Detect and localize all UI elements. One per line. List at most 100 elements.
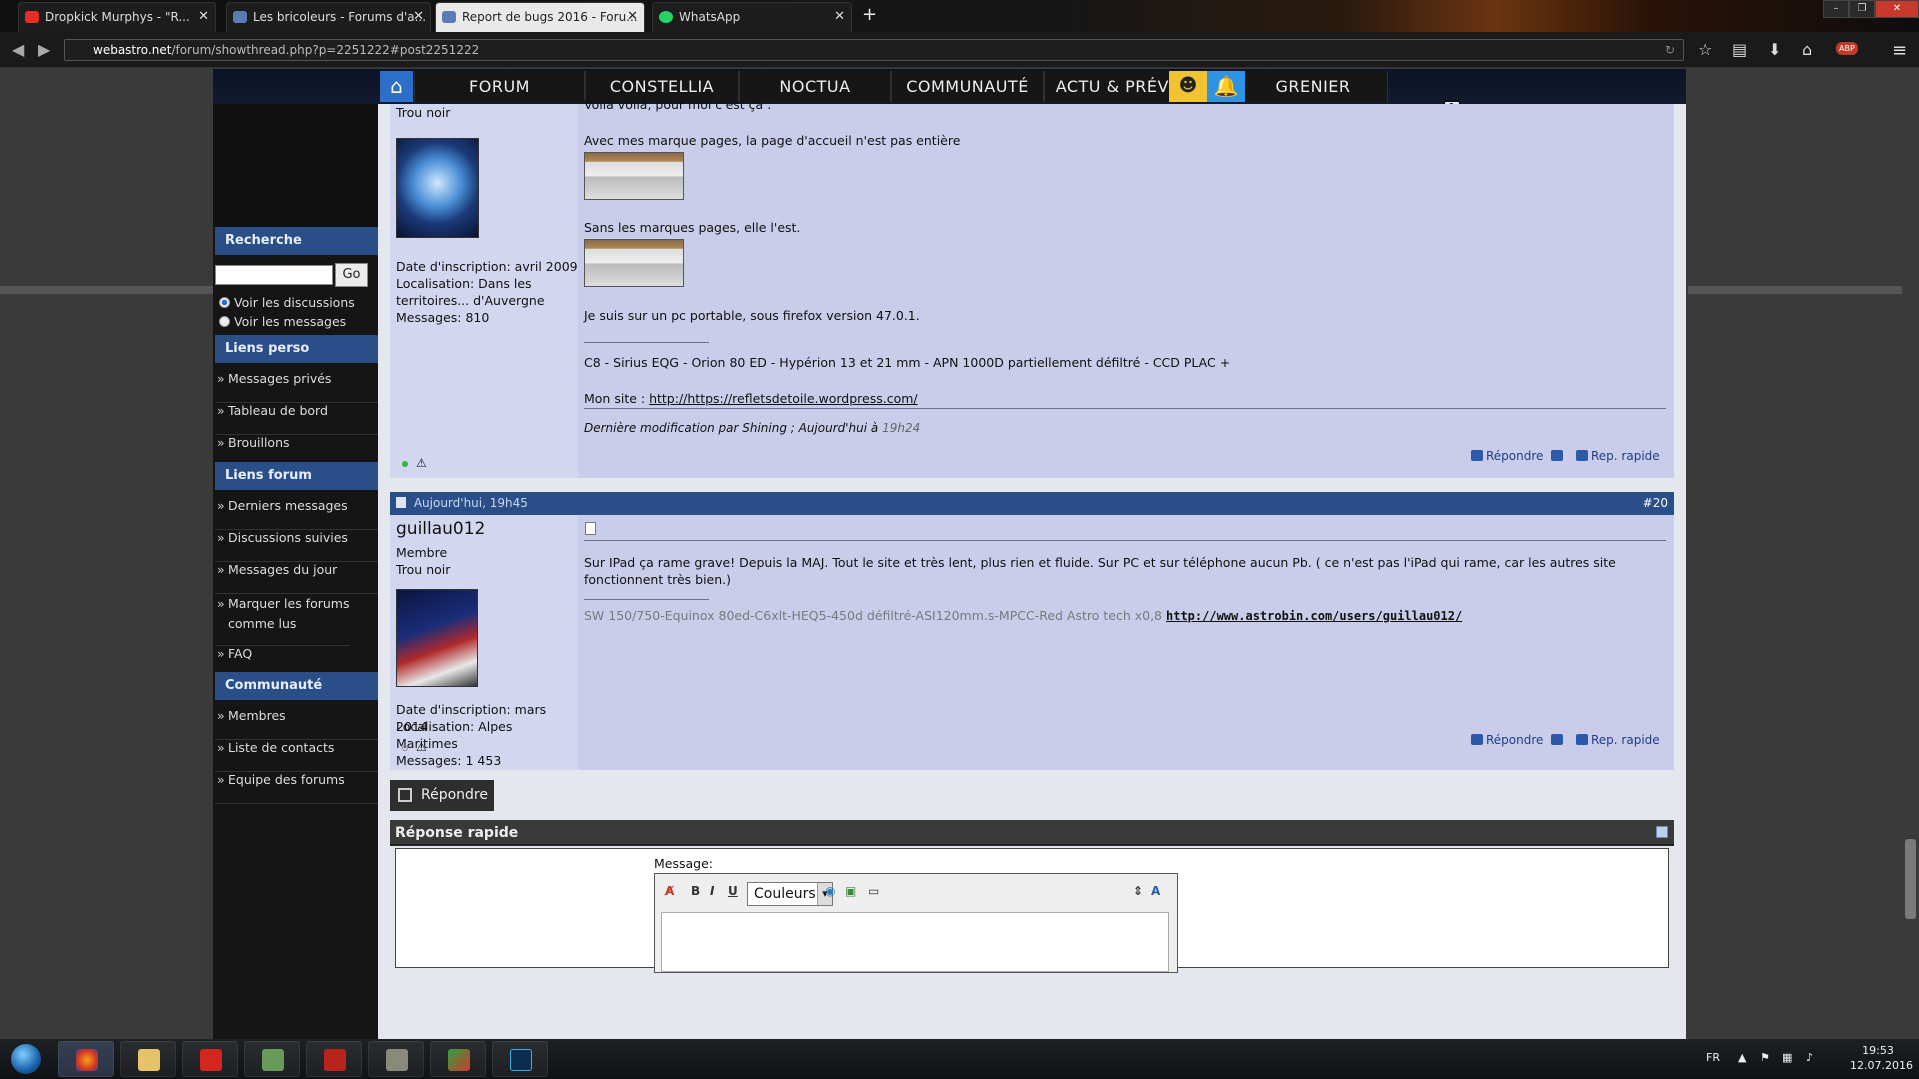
sidebar-item-followed-discussions[interactable]: Discussions suivies xyxy=(215,530,378,562)
home-icon[interactable]: ⌂ xyxy=(380,71,413,102)
collapse-icon[interactable] xyxy=(1656,826,1668,838)
sidebar-item-members[interactable]: Membres xyxy=(215,708,378,740)
author-avatar[interactable] xyxy=(396,138,479,238)
taskbar-app-monitor[interactable] xyxy=(244,1041,300,1077)
nav-communaute[interactable]: COMMUNAUTÉ xyxy=(891,71,1044,102)
reading-list-icon[interactable]: ▤ xyxy=(1732,40,1747,59)
author-website-link[interactable]: http://https://refletsdetoile.wordpress.… xyxy=(649,391,918,406)
nav-grenier[interactable]: GRENIER xyxy=(1238,71,1388,102)
close-tab-icon[interactable]: ✕ xyxy=(834,3,845,31)
tab-youtube[interactable]: Dropkick Murphys - "R... ✕ xyxy=(18,2,216,32)
report-warning-icon[interactable]: ⚠ xyxy=(416,456,427,470)
download-icon[interactable]: ⬇ xyxy=(1768,40,1781,59)
remove-format-icon[interactable]: A̸ xyxy=(665,884,674,898)
action-center-icon[interactable]: ⚑ xyxy=(1760,1051,1770,1064)
sidebar-heading-search: Recherche xyxy=(215,227,378,255)
home-icon[interactable]: ⌂ xyxy=(1802,40,1812,59)
back-icon[interactable]: ◀ xyxy=(12,40,24,59)
toggle-source-icon[interactable]: A xyxy=(1151,884,1160,898)
close-tab-icon[interactable]: ✕ xyxy=(627,3,638,31)
quick-reply-button[interactable]: Rep. rapide xyxy=(1576,733,1660,747)
maximize-icon[interactable]: ❐ xyxy=(1849,0,1875,18)
screenshot-thumbnail[interactable] xyxy=(584,152,684,200)
taskbar-app-printer[interactable] xyxy=(368,1041,424,1077)
screenshot-thumbnail[interactable] xyxy=(584,239,684,287)
tab-bricoleurs[interactable]: Les bricoleurs - Forums d'a... ✕ xyxy=(226,2,431,32)
system-clock[interactable]: 19:53 12.07.2016 xyxy=(1850,1043,1913,1073)
monitor-icon xyxy=(262,1049,284,1071)
image-icon[interactable]: ▣ xyxy=(845,884,856,898)
network-icon[interactable]: ▦ xyxy=(1782,1051,1792,1064)
message-textarea[interactable] xyxy=(661,912,1169,972)
bookmark-star-icon[interactable]: ☆ xyxy=(1698,40,1712,59)
sidebar-go-button[interactable]: Go xyxy=(335,263,368,287)
user-icon[interactable]: ☻ xyxy=(1169,71,1207,102)
author-location: Localisation: Dans les xyxy=(396,276,532,291)
colors-select[interactable]: Couleurs xyxy=(747,882,833,906)
reload-icon[interactable]: ↻ xyxy=(1665,40,1675,60)
reply-button[interactable]: Répondre xyxy=(1471,449,1543,463)
bold-button[interactable]: B xyxy=(691,884,700,898)
minimize-icon[interactable]: – xyxy=(1823,0,1849,18)
tab-whatsapp[interactable]: WhatsApp ✕ xyxy=(652,2,852,32)
taskbar-explorer[interactable] xyxy=(120,1041,176,1077)
scrollbar-thumb[interactable] xyxy=(1905,839,1916,919)
post-author-panel: guillau012 Membre Trou noir Date d'inscr… xyxy=(390,515,578,770)
sidebar-item-forum-team[interactable]: Equipe des forums xyxy=(215,772,378,804)
reply-thread-button[interactable]: Répondre xyxy=(390,780,494,811)
sidebar-heading-forum: Liens forum xyxy=(215,462,378,490)
tray-expand-icon[interactable]: ▲ xyxy=(1738,1051,1746,1064)
underline-button[interactable]: U xyxy=(728,884,738,898)
close-window-icon[interactable]: ✕ xyxy=(1875,0,1919,18)
pdf-icon xyxy=(324,1049,346,1071)
radio-view-messages[interactable]: Voir les messages xyxy=(219,314,346,329)
author-username[interactable]: guillau012 xyxy=(396,521,485,538)
bell-icon[interactable]: 🔔 xyxy=(1207,71,1245,102)
multi-quote-button[interactable] xyxy=(1551,733,1566,747)
taskbar-pdf[interactable] xyxy=(306,1041,362,1077)
author-avatar[interactable] xyxy=(396,589,478,687)
quote-icon[interactable]: ▭ xyxy=(868,884,879,898)
quick-reply-panel: Message: A̸ B I U Couleurs ◉ ▣ ▭ ⇕ A xyxy=(395,848,1669,973)
report-warning-icon[interactable]: ⚠ xyxy=(416,740,427,754)
radio-view-discussions[interactable]: Voir les discussions xyxy=(219,295,355,310)
language-indicator[interactable]: FR xyxy=(1706,1051,1720,1064)
quick-reply-button[interactable]: Rep. rapide xyxy=(1576,449,1660,463)
post-line: Sur IPad ça rame grave! Depuis la MAJ. T… xyxy=(584,555,1616,570)
post-number[interactable]: #20 xyxy=(1643,492,1668,515)
sidebar-item-dashboard[interactable]: Tableau de bord xyxy=(215,403,378,435)
forward-icon[interactable]: ▶ xyxy=(38,40,50,59)
volume-icon[interactable]: ♪ xyxy=(1806,1051,1813,1064)
tab-report-bugs[interactable]: Report de bugs 2016 - Foru... ✕ xyxy=(435,2,645,32)
post-line: Voilà voilà, pour moi c'est ça : xyxy=(584,97,772,112)
sidebar-item-latest-messages[interactable]: Derniers messages xyxy=(215,498,378,530)
right-background-strip xyxy=(1688,286,1902,294)
reply-button[interactable]: Répondre xyxy=(1471,733,1543,747)
sidebar-item-private-messages[interactable]: Messages privés xyxy=(215,371,378,403)
italic-button[interactable]: I xyxy=(710,884,714,898)
new-tab-icon[interactable]: + xyxy=(862,4,877,25)
close-tab-icon[interactable]: ✕ xyxy=(413,3,424,31)
menu-icon[interactable]: ≡ xyxy=(1892,40,1907,61)
printer-icon xyxy=(386,1049,408,1071)
adblock-icon[interactable]: ABP xyxy=(1836,42,1858,55)
edit-note: Dernière modification par Shining ; Aujo… xyxy=(584,421,921,435)
taskbar-app-red[interactable] xyxy=(182,1041,238,1077)
taskbar-firefox[interactable] xyxy=(58,1041,114,1077)
sidebar-item-contacts[interactable]: Liste de contacts xyxy=(215,740,378,772)
nav-forum[interactable]: FORUM xyxy=(414,71,585,102)
windows-logo-icon xyxy=(11,1044,41,1074)
resize-icon[interactable]: ⇕ xyxy=(1133,884,1143,898)
link-icon[interactable]: ◉ xyxy=(825,884,835,898)
sidebar-item-mark-forums-read[interactable]: Marquer les forums comme lus xyxy=(215,594,350,646)
astrobin-link[interactable]: http://www.astrobin.com/users/guillau012… xyxy=(1166,609,1462,623)
taskbar-photoshop[interactable] xyxy=(492,1041,548,1077)
sidebar-item-messages-of-day[interactable]: Messages du jour xyxy=(215,562,378,594)
sidebar-search-input[interactable] xyxy=(215,265,333,285)
taskbar-app-green[interactable] xyxy=(430,1041,486,1077)
page-scrollbar[interactable] xyxy=(1902,69,1919,1039)
url-bar[interactable]: webastro.net/forum/showthread.php?p=2251… xyxy=(64,39,1684,61)
multi-quote-button[interactable] xyxy=(1551,449,1566,463)
start-button[interactable] xyxy=(4,1041,48,1077)
close-tab-icon[interactable]: ✕ xyxy=(198,3,209,31)
